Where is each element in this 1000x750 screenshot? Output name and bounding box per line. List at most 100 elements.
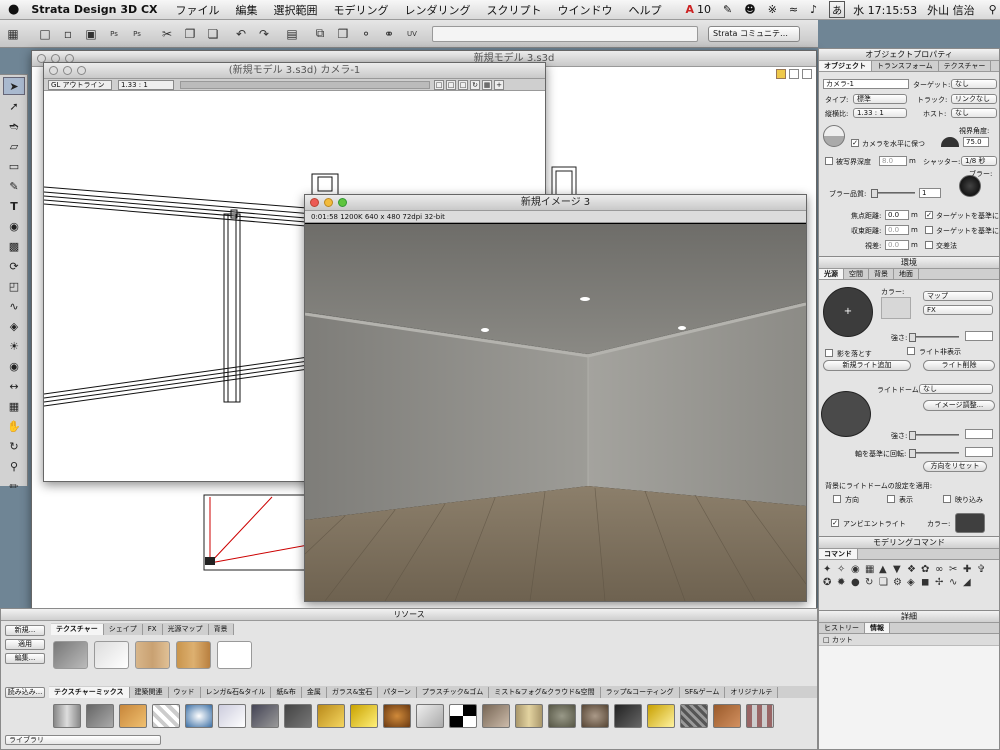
- reset-direction-button[interactable]: 方向をリセット: [923, 461, 987, 472]
- library-swatch-9[interactable]: [317, 704, 345, 728]
- command-group-icon[interactable]: ❏: [879, 577, 891, 588]
- resource-swatch-wood[interactable]: [176, 641, 211, 669]
- tab-lightmaps[interactable]: 光源マップ: [163, 623, 209, 635]
- command-sphere-icon[interactable]: ◉: [851, 564, 863, 575]
- text-tool-icon[interactable]: T: [3, 197, 25, 215]
- render-camera-icon[interactable]: ◉: [3, 357, 25, 375]
- tab-info[interactable]: 情報: [865, 623, 890, 633]
- resource-swatch-plain[interactable]: [217, 641, 252, 669]
- command-scale-icon[interactable]: ◼: [921, 577, 933, 588]
- camera-view-top-icon[interactable]: □: [446, 79, 456, 90]
- eyedropper-icon[interactable]: ✏: [3, 477, 25, 495]
- library-tab-original[interactable]: オリジナルテ: [725, 686, 779, 698]
- minimize-button[interactable]: [324, 198, 333, 207]
- render-window-titlebar[interactable]: 新規イメージ 3: [305, 195, 806, 211]
- cross-checkbox[interactable]: [925, 241, 933, 249]
- redo-icon[interactable]: ↷: [254, 24, 274, 44]
- rendered-image[interactable]: [305, 224, 806, 601]
- render-window[interactable]: 新規イメージ 3 0:01:58 1200K 640 x 480 72dpi 3…: [304, 194, 807, 602]
- grid-tool-icon[interactable]: ▦: [3, 397, 25, 415]
- wifi-icon[interactable]: ≈: [789, 3, 798, 16]
- measure-tool-icon[interactable]: ↔: [3, 377, 25, 395]
- blur-quality-field[interactable]: 1: [919, 188, 941, 198]
- new-file-icon[interactable]: □: [35, 24, 55, 44]
- edit-resource-button[interactable]: 編集...: [5, 653, 45, 664]
- library-swatch-21[interactable]: [713, 704, 741, 728]
- show-checkbox[interactable]: [887, 495, 895, 503]
- library-swatch-16[interactable]: [548, 704, 576, 728]
- toolbar-search-field[interactable]: [432, 25, 698, 42]
- map-dropdown[interactable]: マップ: [923, 291, 993, 301]
- render-mode-dropdown[interactable]: GL アウトライン: [48, 79, 112, 90]
- history-item[interactable]: □ カット: [819, 634, 999, 646]
- tab-space[interactable]: 空間: [844, 269, 869, 279]
- command-bevel-icon[interactable]: ▼: [893, 564, 905, 575]
- open-folder-icon[interactable]: ▫: [58, 24, 78, 44]
- tab-fx[interactable]: FX: [143, 623, 163, 635]
- library-tab-architecture[interactable]: 建築関連: [130, 686, 169, 698]
- ambient-color-swatch[interactable]: [955, 513, 985, 533]
- undo-icon[interactable]: ↶: [231, 24, 251, 44]
- ungroup-icon[interactable]: ❒: [333, 24, 353, 44]
- bend-tool-icon[interactable]: ∿: [3, 297, 25, 315]
- menu-window[interactable]: ウインドウ: [558, 2, 613, 18]
- volume-icon[interactable]: ♪: [810, 3, 817, 16]
- menu-help[interactable]: ヘルプ: [629, 2, 662, 18]
- blur-quality-slider[interactable]: [871, 189, 915, 198]
- boolean-tool-icon[interactable]: ◰: [3, 277, 25, 295]
- rotate-axis-field[interactable]: [965, 447, 993, 457]
- library-tab-brick[interactable]: レンガ&石&タイル: [201, 686, 272, 698]
- save-icon[interactable]: ▣: [81, 24, 101, 44]
- library-tab-wood[interactable]: ウッド: [169, 686, 201, 698]
- library-tab-glass[interactable]: ガラス&宝石: [327, 686, 379, 698]
- library-swatch-1[interactable]: [53, 704, 81, 728]
- library-swatch-13[interactable]: [449, 704, 477, 728]
- library-swatch-17[interactable]: [581, 704, 609, 728]
- library-tab-paper[interactable]: 紙&布: [271, 686, 302, 698]
- paste-icon[interactable]: ❏: [203, 24, 223, 44]
- library-swatch-6[interactable]: [218, 704, 246, 728]
- library-swatch-22[interactable]: [746, 704, 774, 728]
- align-icon[interactable]: ▤: [282, 24, 302, 44]
- library-swatch-2[interactable]: [86, 704, 114, 728]
- tab-transform[interactable]: トランスフォーム: [872, 61, 939, 71]
- zoom-button[interactable]: [338, 198, 347, 207]
- tab-object[interactable]: オブジェクト: [819, 61, 872, 71]
- library-swatch-14[interactable]: [482, 704, 510, 728]
- dome-intensity-slider[interactable]: [909, 431, 959, 440]
- light-intensity-slider[interactable]: [909, 333, 959, 342]
- camera-tool-icon[interactable]: ◈: [3, 317, 25, 335]
- command-edge-icon[interactable]: ✚: [963, 564, 975, 575]
- library-swatch-3[interactable]: [119, 704, 147, 728]
- camera-view-side-icon[interactable]: □: [458, 79, 468, 90]
- user-icon[interactable]: ☻: [744, 3, 755, 16]
- delete-light-button[interactable]: ライト削除: [923, 360, 995, 371]
- reflect-checkbox[interactable]: [943, 495, 951, 503]
- command-rotate-icon[interactable]: ↻: [865, 577, 877, 588]
- shutter-dropdown[interactable]: 1/8 秒: [961, 156, 997, 166]
- camera-lens-icon[interactable]: [823, 125, 845, 147]
- dof-field[interactable]: 8.0: [879, 156, 907, 166]
- path-tool-icon[interactable]: ✎: [3, 177, 25, 195]
- library-swatch-11[interactable]: [383, 704, 411, 728]
- tab-light[interactable]: 光源: [819, 269, 844, 279]
- command-taper-icon[interactable]: ◢: [963, 577, 975, 588]
- library-swatch-7[interactable]: [251, 704, 279, 728]
- library-swatch-4[interactable]: [152, 704, 180, 728]
- library-swatch-10[interactable]: [350, 704, 378, 728]
- library-tab-texture-mix[interactable]: テクスチャーミックス: [49, 686, 130, 698]
- load-resource-button[interactable]: 読み込み...: [5, 687, 45, 698]
- tab-ground[interactable]: 地面: [894, 269, 919, 279]
- library-tab-plastic[interactable]: プラスチック&ゴム: [417, 686, 490, 698]
- copy-icon[interactable]: ❐: [180, 24, 200, 44]
- dof-checkbox[interactable]: [825, 157, 833, 165]
- command-array-icon[interactable]: ✿: [921, 564, 933, 575]
- photoshop-icon[interactable]: Ps: [104, 24, 124, 44]
- command-face-icon[interactable]: ✞: [977, 564, 989, 575]
- subselect-arrow-icon[interactable]: ➚: [3, 97, 25, 115]
- sweep-tool-icon[interactable]: ⟳: [3, 257, 25, 275]
- command-mirror-icon[interactable]: ❖: [907, 564, 919, 575]
- blur-preview-icon[interactable]: [959, 175, 981, 197]
- apply-resource-button[interactable]: 適用: [5, 639, 45, 650]
- dome-intensity-field[interactable]: [965, 429, 993, 439]
